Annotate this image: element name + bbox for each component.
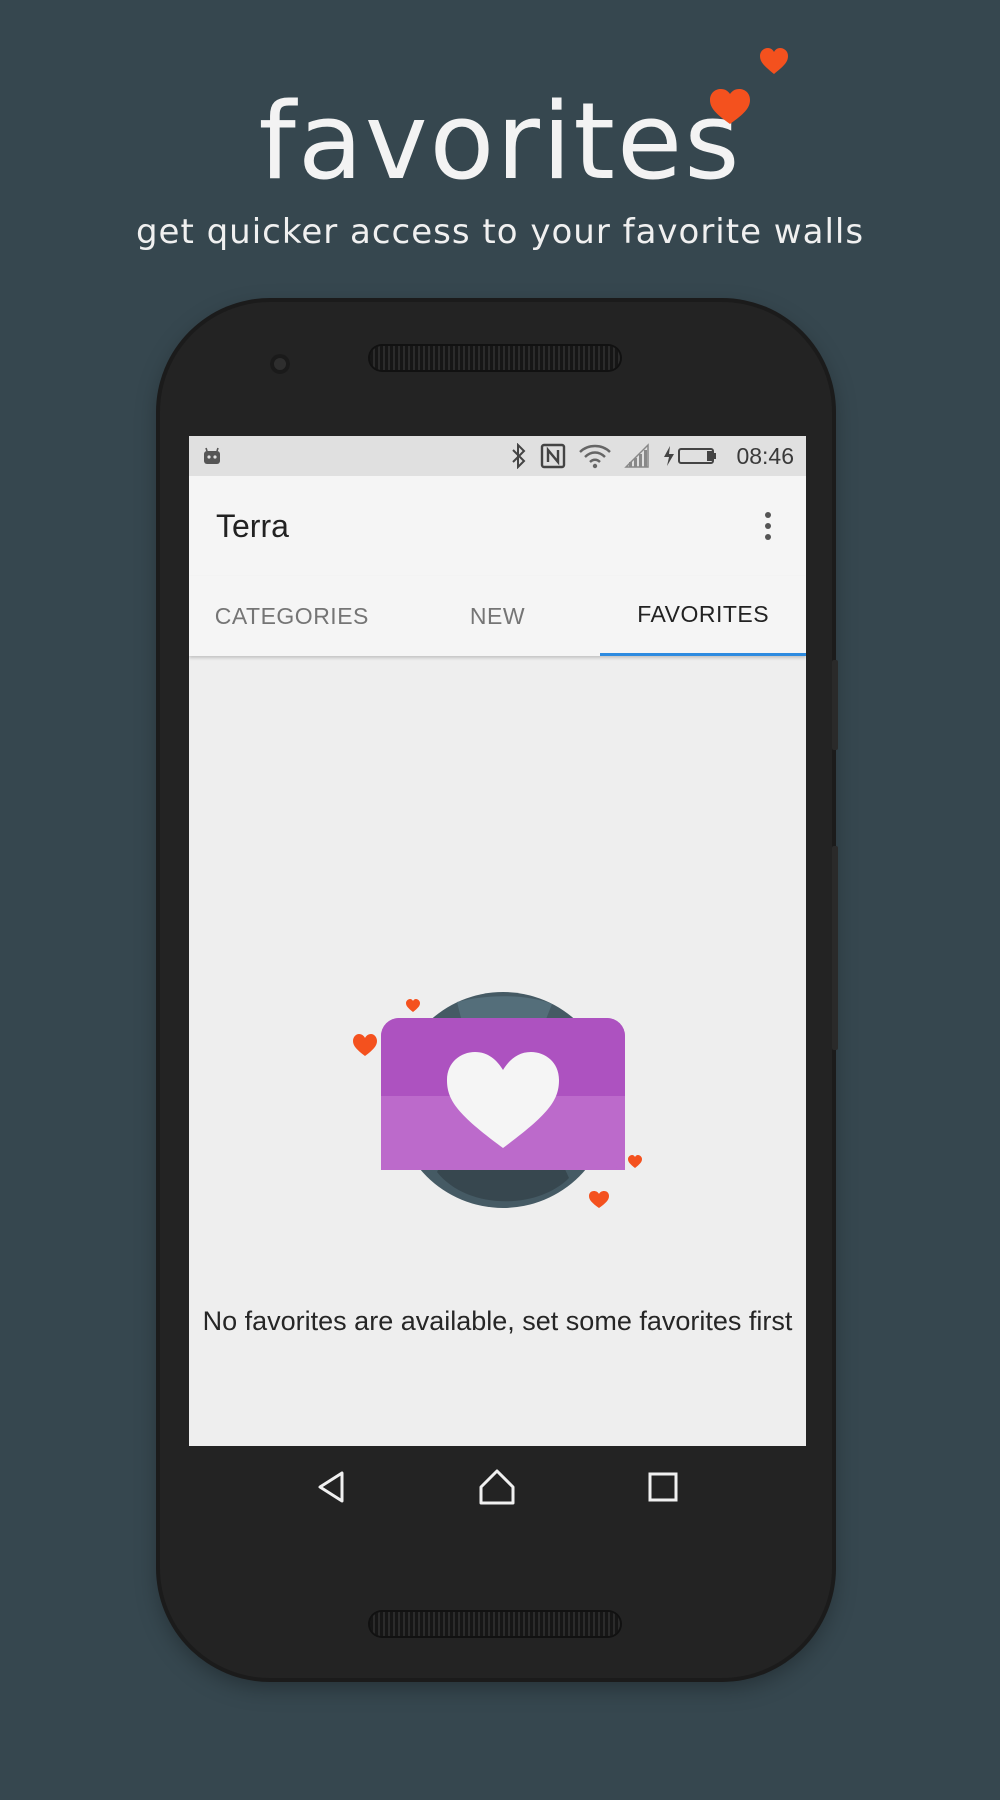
hearts-decoration-icon	[710, 48, 788, 124]
nfc-icon	[541, 443, 566, 469]
app-title: Terra	[216, 507, 289, 544]
overflow-dot	[765, 512, 771, 518]
tab-favorites[interactable]: FAVORITES	[600, 576, 806, 656]
status-bar: 08:46	[189, 436, 806, 476]
recents-icon	[648, 1472, 678, 1502]
tab-bar: CATEGORIES NEW FAVORITES	[189, 576, 806, 656]
app-toolbar: Terra	[189, 476, 806, 576]
home-button[interactable]	[467, 1457, 527, 1517]
android-debug-icon	[204, 447, 220, 464]
back-icon	[318, 1471, 344, 1503]
tab-new[interactable]: NEW	[395, 576, 601, 656]
phone-frame: 08:46 Terra CATEGORIES NEW FAVORITES No …	[160, 302, 838, 1678]
power-button	[832, 846, 838, 1050]
bluetooth-icon	[512, 443, 526, 469]
promo-tagline: get quicker access to your favorite wall…	[135, 212, 865, 252]
favorites-content: No favorites are available, set some fav…	[189, 656, 806, 1342]
overflow-dot	[765, 534, 771, 540]
system-nav-bar	[189, 1446, 806, 1528]
front-camera	[270, 354, 290, 374]
overflow-dot	[765, 523, 771, 529]
recents-button[interactable]	[633, 1457, 693, 1517]
home-icon	[479, 1469, 515, 1505]
bottom-speaker	[370, 1612, 620, 1636]
tab-categories[interactable]: CATEGORIES	[189, 576, 395, 656]
empty-state-message: No favorites are available, set some fav…	[202, 1306, 793, 1336]
back-button[interactable]	[302, 1457, 362, 1517]
volume-button	[832, 660, 838, 750]
battery-charging-icon	[664, 446, 717, 466]
signal-icon	[624, 443, 650, 468]
phone-screen: 08:46 Terra CATEGORIES NEW FAVORITES No …	[189, 436, 806, 1528]
wifi-icon	[579, 444, 612, 469]
more-vert-icon[interactable]	[756, 506, 780, 546]
favorite-wallpaper-heart-icon	[353, 992, 642, 1208]
promo-headline: favorites	[258, 80, 742, 203]
status-clock: 08:46	[736, 442, 794, 469]
top-speaker	[370, 346, 620, 370]
